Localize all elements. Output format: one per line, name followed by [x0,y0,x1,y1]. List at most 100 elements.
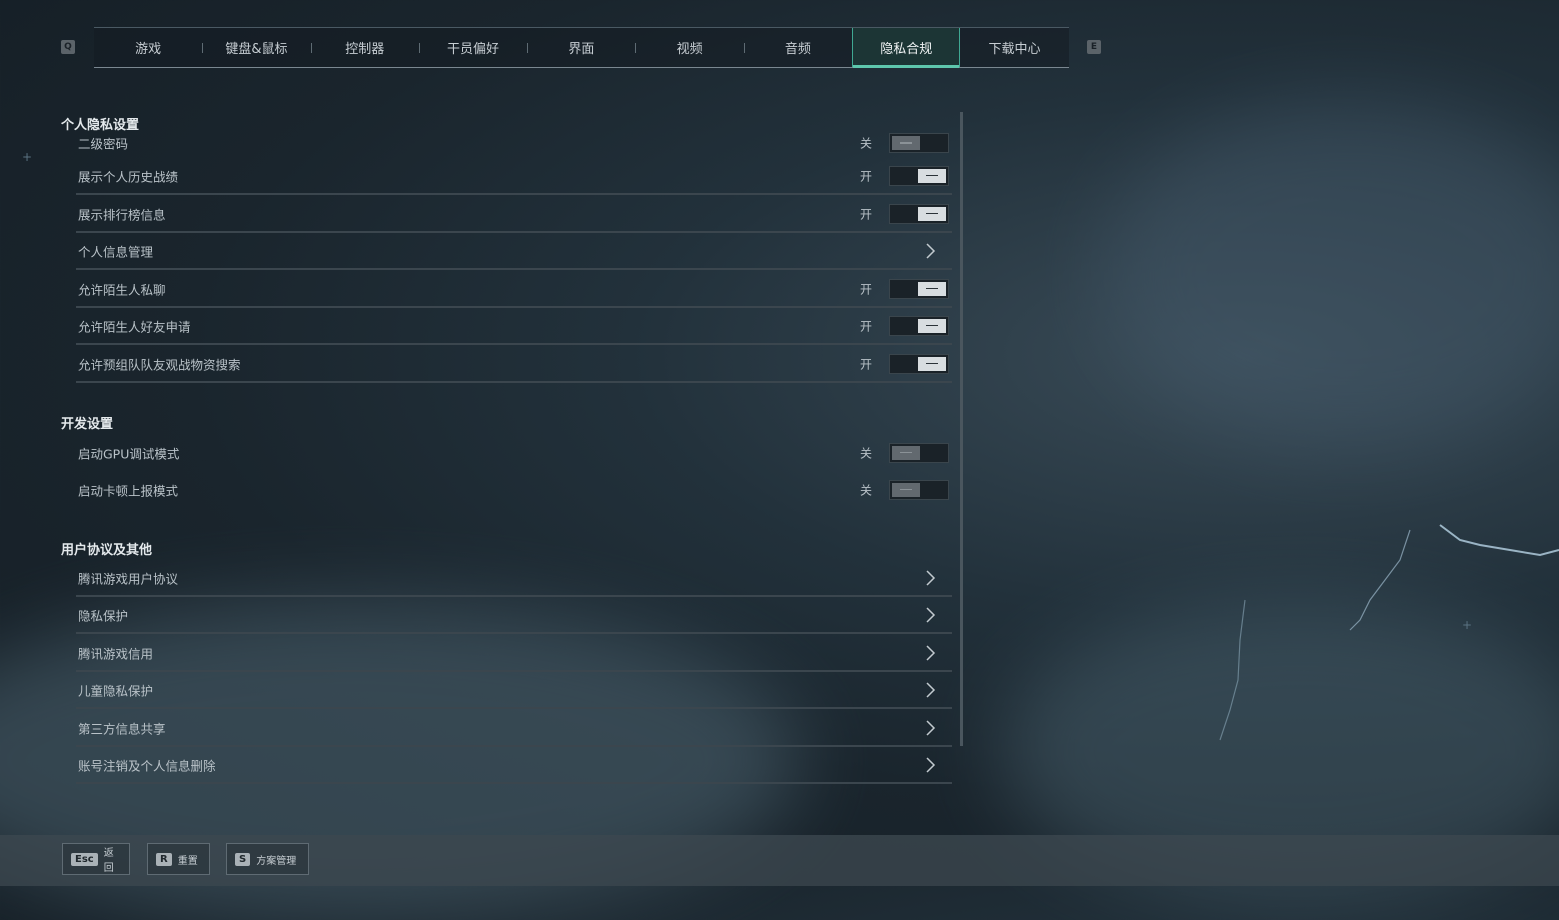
chevron-right-icon [926,644,936,661]
toggle-switch[interactable] [889,315,949,336]
link-row-game-credit[interactable]: 腾讯游戏信用 [76,635,952,672]
toggle-knob [892,482,920,497]
toggle-knob [918,281,946,296]
setting-row-lag-report: 启动卡顿上报模式 关 [76,471,952,508]
preset-management-button[interactable]: S 方案管理 [226,843,309,875]
tab-divider [527,43,529,53]
tab-download-center[interactable]: 下载中心 [960,28,1068,67]
section-title-agreements: 用户协议及其他 [61,543,153,558]
tab-prev-key[interactable]: Q [61,40,75,54]
setting-row-stranger-chat: 允许陌生人私聊 开 [76,271,952,308]
toggle-knob [918,168,946,183]
toggle-switch[interactable] [889,278,949,299]
setting-row-secondary-password: 二级密码 关 [76,128,952,158]
setting-label: 账号注销及个人信息删除 [78,758,216,773]
setting-row-stranger-friend-request: 允许陌生人好友申请 开 [76,308,952,345]
toggle-switch[interactable] [889,165,949,186]
tab-divider [310,43,312,53]
chevron-right-icon [926,719,936,736]
crosshair-mark: + [1462,618,1473,632]
background-cloud [1100,100,1559,450]
tab-label: 干员偏好 [447,42,500,57]
tab-label: 隐私合规 [880,42,933,57]
toggle-knob [892,136,920,150]
setting-label: 儿童隐私保护 [78,683,154,698]
tab-label: 音频 [784,42,811,57]
toggle-state-text: 开 [860,282,873,296]
toggle-state-text: 开 [860,169,873,183]
key-hint: S [235,852,251,866]
tab-divider [635,43,637,53]
tab-controller[interactable]: 控制器 [310,28,419,67]
toggle-state-text: 开 [860,207,873,221]
chevron-right-icon [926,569,936,586]
tab-audio[interactable]: 音频 [743,28,852,67]
toggle-state-text: 开 [860,319,873,333]
chevron-right-icon [926,756,936,773]
setting-row-show-history: 展示个人历史战绩 开 [76,158,952,195]
button-label: 方案管理 [256,855,297,867]
tab-operator-preferences[interactable]: 干员偏好 [418,28,527,67]
tab-keyboard-mouse[interactable]: 键盘&鼠标 [202,28,310,67]
toggle-switch[interactable] [889,442,949,463]
toggle-switch[interactable] [889,479,949,500]
link-row-privacy-protection[interactable]: 隐私保护 [76,597,952,634]
chevron-right-icon [926,242,936,259]
setting-label: 个人信息管理 [78,244,154,259]
toggle-knob [918,356,946,371]
setting-label: 启动GPU调试模式 [78,446,180,461]
toggle-switch[interactable] [889,353,949,374]
tab-divider [418,43,420,53]
tab-label: 游戏 [135,42,162,57]
tab-divider [743,43,745,53]
toggle-knob [918,206,946,221]
setting-label: 允许预组队队友观战物资搜索 [78,357,241,372]
setting-label: 允许陌生人好友申请 [78,319,191,334]
key-hint: R [156,852,172,866]
setting-label: 隐私保护 [78,608,129,623]
tab-next-key[interactable]: E [1087,40,1101,54]
link-row-third-party-sharing[interactable]: 第三方信息共享 [76,710,952,747]
tab-video[interactable]: 视频 [635,28,743,67]
toggle-switch[interactable] [889,133,949,153]
link-row-user-agreement[interactable]: 腾讯游戏用户协议 [76,560,952,597]
tab-divider [202,43,204,53]
button-label: 返回 [103,848,114,874]
toggle-state-text: 关 [860,136,873,151]
setting-row-gpu-debug: 启动GPU调试模式 关 [76,434,952,471]
toggle-state-text: 关 [860,446,873,460]
toggle-state-text: 开 [860,357,873,371]
tab-privacy-compliance[interactable]: 隐私合规 [852,28,961,68]
back-button[interactable]: Esc 返回 [62,843,130,875]
reset-button[interactable]: R 重置 [147,843,210,875]
button-label: 重置 [177,855,198,867]
settings-tab-bar: 游戏 键盘&鼠标 控制器 干员偏好 界面 视频 音频 隐私合规 下载中心 [94,27,1069,68]
setting-label: 第三方信息共享 [78,721,166,736]
tab-label: 下载中心 [988,42,1041,57]
toggle-knob [918,318,946,333]
link-row-child-privacy[interactable]: 儿童隐私保护 [76,672,952,709]
setting-label: 允许陌生人私聊 [78,282,166,297]
tab-label: 键盘&鼠标 [225,42,288,57]
setting-label: 腾讯游戏信用 [78,646,154,661]
chevron-right-icon [926,681,936,698]
chevron-right-icon [926,606,936,623]
toggle-state-text: 关 [860,483,873,497]
lightning-graphic [1219,524,1559,741]
section-title-dev-settings: 开发设置 [61,417,114,432]
setting-row-personal-info-management[interactable]: 个人信息管理 [76,233,952,270]
setting-label: 腾讯游戏用户协议 [78,571,179,586]
key-hint: Esc [71,852,98,866]
tab-label: 界面 [568,42,595,57]
tab-label: 视频 [676,42,703,57]
setting-label: 启动卡顿上报模式 [78,483,179,498]
tab-game[interactable]: 游戏 [94,28,202,67]
setting-label: 展示个人历史战绩 [78,169,179,184]
link-row-account-deletion[interactable]: 账号注销及个人信息删除 [76,747,952,784]
toggle-switch[interactable] [889,203,949,224]
setting-row-spectate-search: 允许预组队队友观战物资搜索 开 [76,346,952,383]
content-scrollbar[interactable] [960,112,963,746]
setting-label: 二级密码 [78,136,129,152]
setting-row-show-leaderboard: 展示排行榜信息 开 [76,196,952,233]
tab-interface[interactable]: 界面 [527,28,635,67]
